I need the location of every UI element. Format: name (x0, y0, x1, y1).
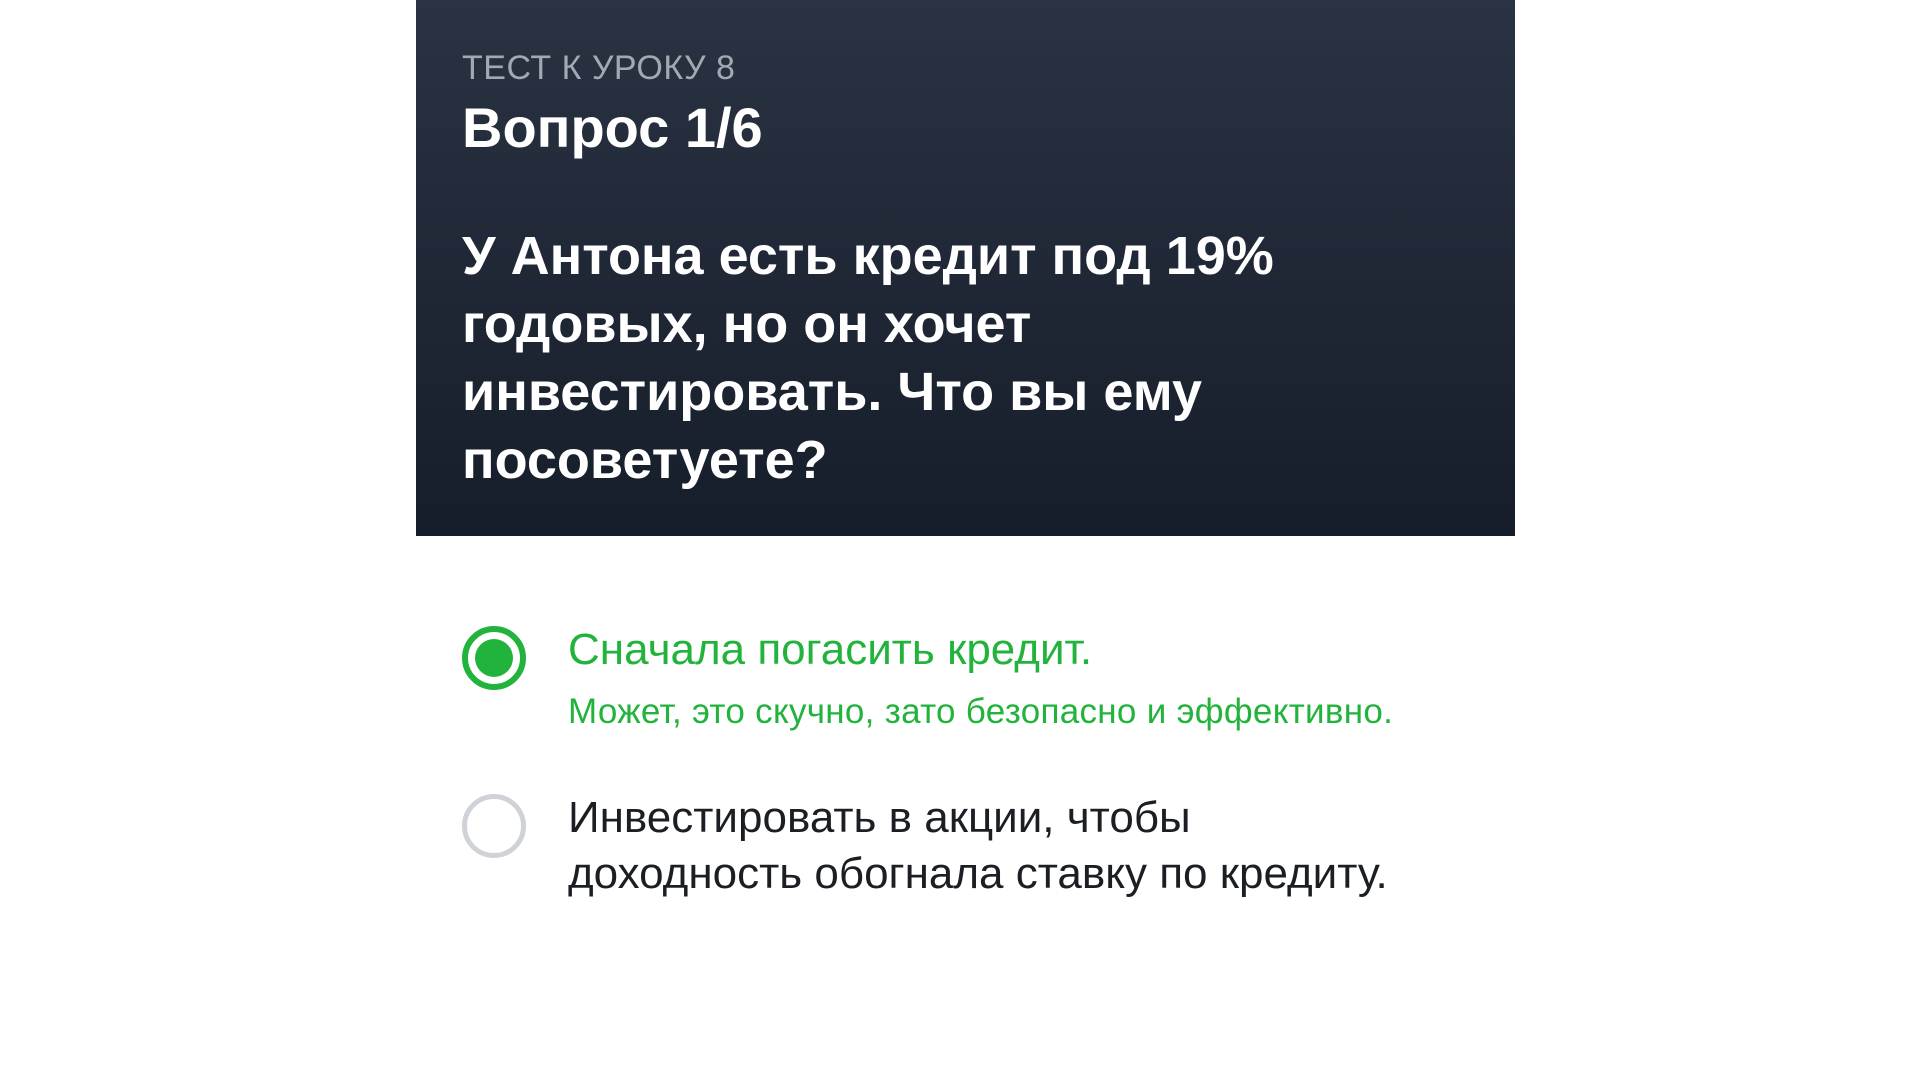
answer-option-2[interactable]: Инвестировать в акции, чтобы доходность … (462, 790, 1422, 902)
radio-unselected-icon[interactable] (462, 794, 526, 858)
question-text: У Антона есть кредит под 19% годовых, но… (462, 226, 1274, 490)
question-number: Вопрос 1/6 (462, 96, 763, 159)
answer-option-2-body: Инвестировать в акции, чтобы доходность … (568, 790, 1422, 902)
answer-option-1-body: Сначала погасить кредит. Может, это скуч… (568, 622, 1393, 734)
answer-option-1-label: Сначала погасить кредит. (568, 625, 1093, 674)
answer-option-1[interactable]: Сначала погасить кредит. Может, это скуч… (462, 622, 1422, 734)
answer-option-2-label: Инвестировать в акции, чтобы доходность … (568, 793, 1388, 898)
lesson-test-label: ТЕСТ К УРОКУ 8 (462, 49, 736, 87)
answer-options: Сначала погасить кредит. Может, это скуч… (462, 622, 1422, 902)
answer-option-1-hint: Может, это скучно, зато безопасно и эффе… (568, 692, 1394, 731)
question-header: ТЕСТ К УРОКУ 8 Вопрос 1/6 У Антона есть … (416, 0, 1515, 536)
radio-dot (475, 639, 513, 677)
radio-selected-icon[interactable] (462, 626, 526, 690)
